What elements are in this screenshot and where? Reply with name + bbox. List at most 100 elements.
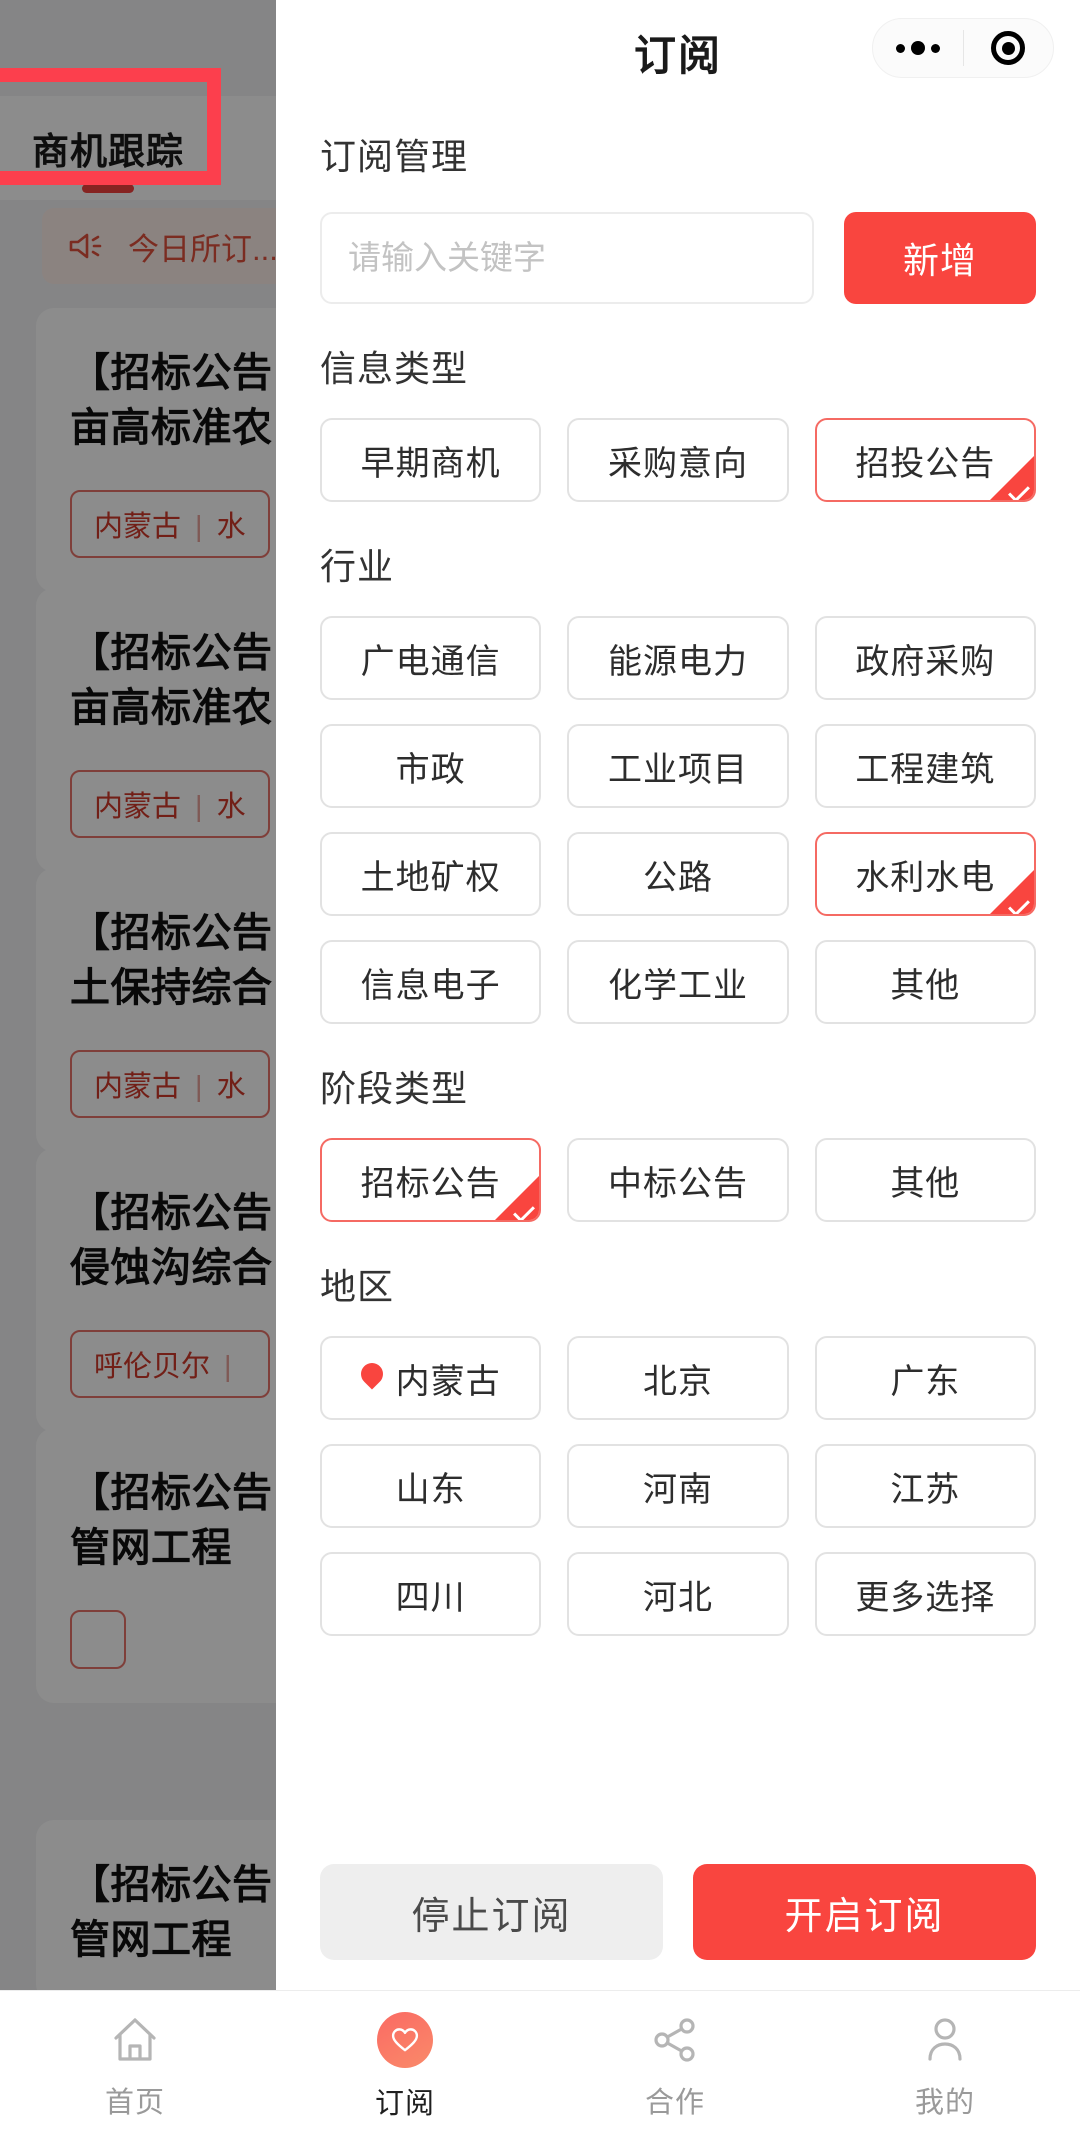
- sheet-header: 订阅: [276, 0, 1080, 96]
- card-tag-industry: 水: [216, 791, 246, 824]
- chip-stage-2[interactable]: 其他: [814, 1138, 1036, 1222]
- person-icon: [918, 2013, 972, 2067]
- start-subscription-button[interactable]: 开启订阅: [693, 1864, 1036, 1960]
- chip-label: 更多选择: [855, 1578, 996, 1617]
- chip-label: 招投公告: [855, 444, 996, 483]
- card-tag-industry: 水: [216, 1071, 246, 1104]
- section-title-manage: 订阅管理: [320, 136, 469, 177]
- card-tag: 内蒙古 | 水: [70, 1050, 270, 1119]
- chip-grid-stage-type: 招标公告 中标公告 其他: [320, 1138, 1036, 1222]
- app-root: 商机跟踪 今日所订... 【招标公告 亩高标准农 内蒙古 | 水 【招标公告 亩高标…: [0, 0, 1080, 2142]
- chip-region-2[interactable]: 广东: [814, 1336, 1036, 1420]
- chip-industry-8[interactable]: 水利水电: [814, 832, 1036, 916]
- chip-label: 政府采购: [855, 642, 996, 681]
- chip-label: 市政: [395, 750, 466, 789]
- card-tag-region: 内蒙古: [94, 791, 182, 824]
- section-title-info-type: 信息类型: [320, 348, 469, 389]
- tab-cooperation[interactable]: 合作: [540, 1991, 810, 2142]
- background-tab-label: 商机跟踪: [32, 131, 184, 172]
- chip-region-more[interactable]: 更多选择: [814, 1552, 1036, 1636]
- section-title-region: 地区: [320, 1266, 395, 1307]
- tab-home[interactable]: 首页: [0, 1991, 270, 2142]
- chip-label: 河南: [642, 1470, 713, 1509]
- more-menu-button[interactable]: [873, 41, 963, 55]
- subscription-sheet: 订阅 订阅管理 新增 信息类型 早期商机: [276, 0, 1080, 1990]
- chip-industry-0[interactable]: 广电通信: [320, 616, 542, 700]
- keyword-search-input[interactable]: [320, 212, 814, 304]
- background-tab-opportunity-tracking[interactable]: 商机跟踪: [0, 121, 216, 193]
- chip-info-type-1[interactable]: 采购意向: [567, 418, 789, 502]
- chip-info-type-2[interactable]: 招投公告: [814, 418, 1036, 502]
- stop-subscription-button[interactable]: 停止订阅: [320, 1864, 663, 1960]
- more-dots-icon: [895, 41, 940, 55]
- chip-region-7[interactable]: 河北: [567, 1552, 789, 1636]
- chip-region-0[interactable]: 内蒙古: [320, 1336, 542, 1420]
- chip-industry-10[interactable]: 化学工业: [567, 940, 789, 1024]
- bottom-tabbar: 首页 订阅 合作 我的: [0, 1990, 1080, 2142]
- chip-label: 四川: [395, 1578, 466, 1617]
- search-row: 新增: [320, 212, 1036, 304]
- chip-region-5[interactable]: 江苏: [814, 1444, 1036, 1528]
- chip-industry-4[interactable]: 工业项目: [567, 724, 789, 808]
- tag-separator: |: [195, 511, 203, 544]
- chip-label: 山东: [395, 1470, 466, 1509]
- add-keyword-button[interactable]: 新增: [844, 212, 1036, 304]
- chip-label: 江苏: [890, 1470, 961, 1509]
- chip-industry-5[interactable]: 工程建筑: [814, 724, 1036, 808]
- tab-profile[interactable]: 我的: [810, 1991, 1080, 2142]
- chip-stage-0[interactable]: 招标公告: [320, 1138, 542, 1222]
- target-circle-icon: [991, 31, 1026, 65]
- heart-icon: [377, 2011, 433, 2068]
- card-tag-region: 内蒙古: [94, 511, 182, 544]
- card-tag-industry: 水: [216, 511, 246, 544]
- tab-underline: [82, 184, 134, 193]
- chip-industry-7[interactable]: 公路: [567, 832, 789, 916]
- chip-grid-region: 内蒙古 北京 广东 山东 河南 江苏 四川 河北 更多选择: [320, 1336, 1036, 1636]
- home-icon: [108, 2013, 162, 2067]
- chip-region-6[interactable]: 四川: [320, 1552, 542, 1636]
- chip-grid-industry: 广电通信 能源电力 政府采购 市政 工业项目 工程建筑 土地矿权 公路 水利水电…: [320, 616, 1036, 1024]
- chip-info-type-0[interactable]: 早期商机: [320, 418, 542, 502]
- chip-label: 中标公告: [607, 1164, 748, 1203]
- chip-industry-1[interactable]: 能源电力: [567, 616, 789, 700]
- chip-industry-6[interactable]: 土地矿权: [320, 832, 542, 916]
- card-tag: 内蒙古 | 水: [70, 490, 270, 559]
- card-tag-region: 呼伦贝尔: [94, 1351, 211, 1384]
- chip-label: 公路: [642, 858, 713, 897]
- chip-industry-9[interactable]: 信息电子: [320, 940, 542, 1024]
- chip-label: 能源电力: [607, 642, 748, 681]
- chip-label: 工业项目: [607, 750, 748, 789]
- tab-label-subscription: 订阅: [374, 2087, 435, 2120]
- chip-label: 土地矿权: [360, 858, 501, 897]
- card-tag-region: 内蒙古: [94, 1071, 182, 1104]
- chip-industry-11[interactable]: 其他: [814, 940, 1036, 1024]
- tab-subscription[interactable]: 订阅: [270, 1991, 540, 2142]
- chip-label: 内蒙古: [395, 1362, 501, 1401]
- section-title-industry: 行业: [320, 546, 395, 587]
- tab-label-profile: 我的: [914, 2086, 975, 2119]
- sheet-body: 订阅管理 新增 信息类型 早期商机 采购意向 招投公告: [276, 96, 1080, 1842]
- chip-label: 广东: [890, 1362, 961, 1401]
- tab-label-home: 首页: [104, 2086, 165, 2119]
- chip-region-3[interactable]: 山东: [320, 1444, 542, 1528]
- location-pin-icon: [361, 1363, 383, 1393]
- chip-industry-2[interactable]: 政府采购: [814, 616, 1036, 700]
- chip-label: 水利水电: [855, 858, 996, 897]
- close-miniprogram-button[interactable]: [964, 31, 1054, 65]
- chip-label: 其他: [890, 1164, 961, 1203]
- chip-label: 招标公告: [360, 1164, 501, 1203]
- chip-label: 早期商机: [360, 444, 501, 483]
- tag-separator: |: [224, 1351, 232, 1384]
- chip-label: 信息电子: [360, 966, 501, 1005]
- chip-industry-3[interactable]: 市政: [320, 724, 542, 808]
- tag-separator: |: [195, 1071, 203, 1104]
- chip-label: 广电通信: [360, 642, 501, 681]
- chip-label: 其他: [890, 966, 961, 1005]
- chip-label: 化学工业: [607, 966, 748, 1005]
- chip-label: 北京: [642, 1362, 713, 1401]
- card-tag: [70, 1610, 127, 1670]
- chip-stage-1[interactable]: 中标公告: [567, 1138, 789, 1222]
- chip-region-4[interactable]: 河南: [567, 1444, 789, 1528]
- section-title-stage-type: 阶段类型: [320, 1068, 469, 1109]
- chip-region-1[interactable]: 北京: [567, 1336, 789, 1420]
